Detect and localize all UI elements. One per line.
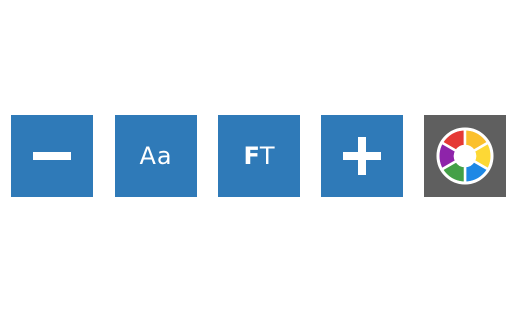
font-type-button[interactable]: FT — [218, 115, 300, 197]
font-type-label-regular: T — [259, 142, 275, 170]
color-wheel-icon — [436, 127, 494, 185]
decrease-text-button[interactable] — [11, 115, 93, 197]
increase-text-button[interactable] — [321, 115, 403, 197]
minus-icon — [33, 152, 71, 160]
color-picker-button[interactable] — [424, 115, 506, 197]
font-type-label-bold: F — [243, 142, 260, 170]
color-wheel-center — [455, 146, 475, 166]
font-type-label: FT — [243, 144, 274, 168]
accessibility-toolbar: Aa FT — [11, 115, 506, 197]
font-size-label: Aa — [139, 142, 173, 170]
plus-icon — [343, 137, 381, 175]
font-size-button[interactable]: Aa — [115, 115, 197, 197]
